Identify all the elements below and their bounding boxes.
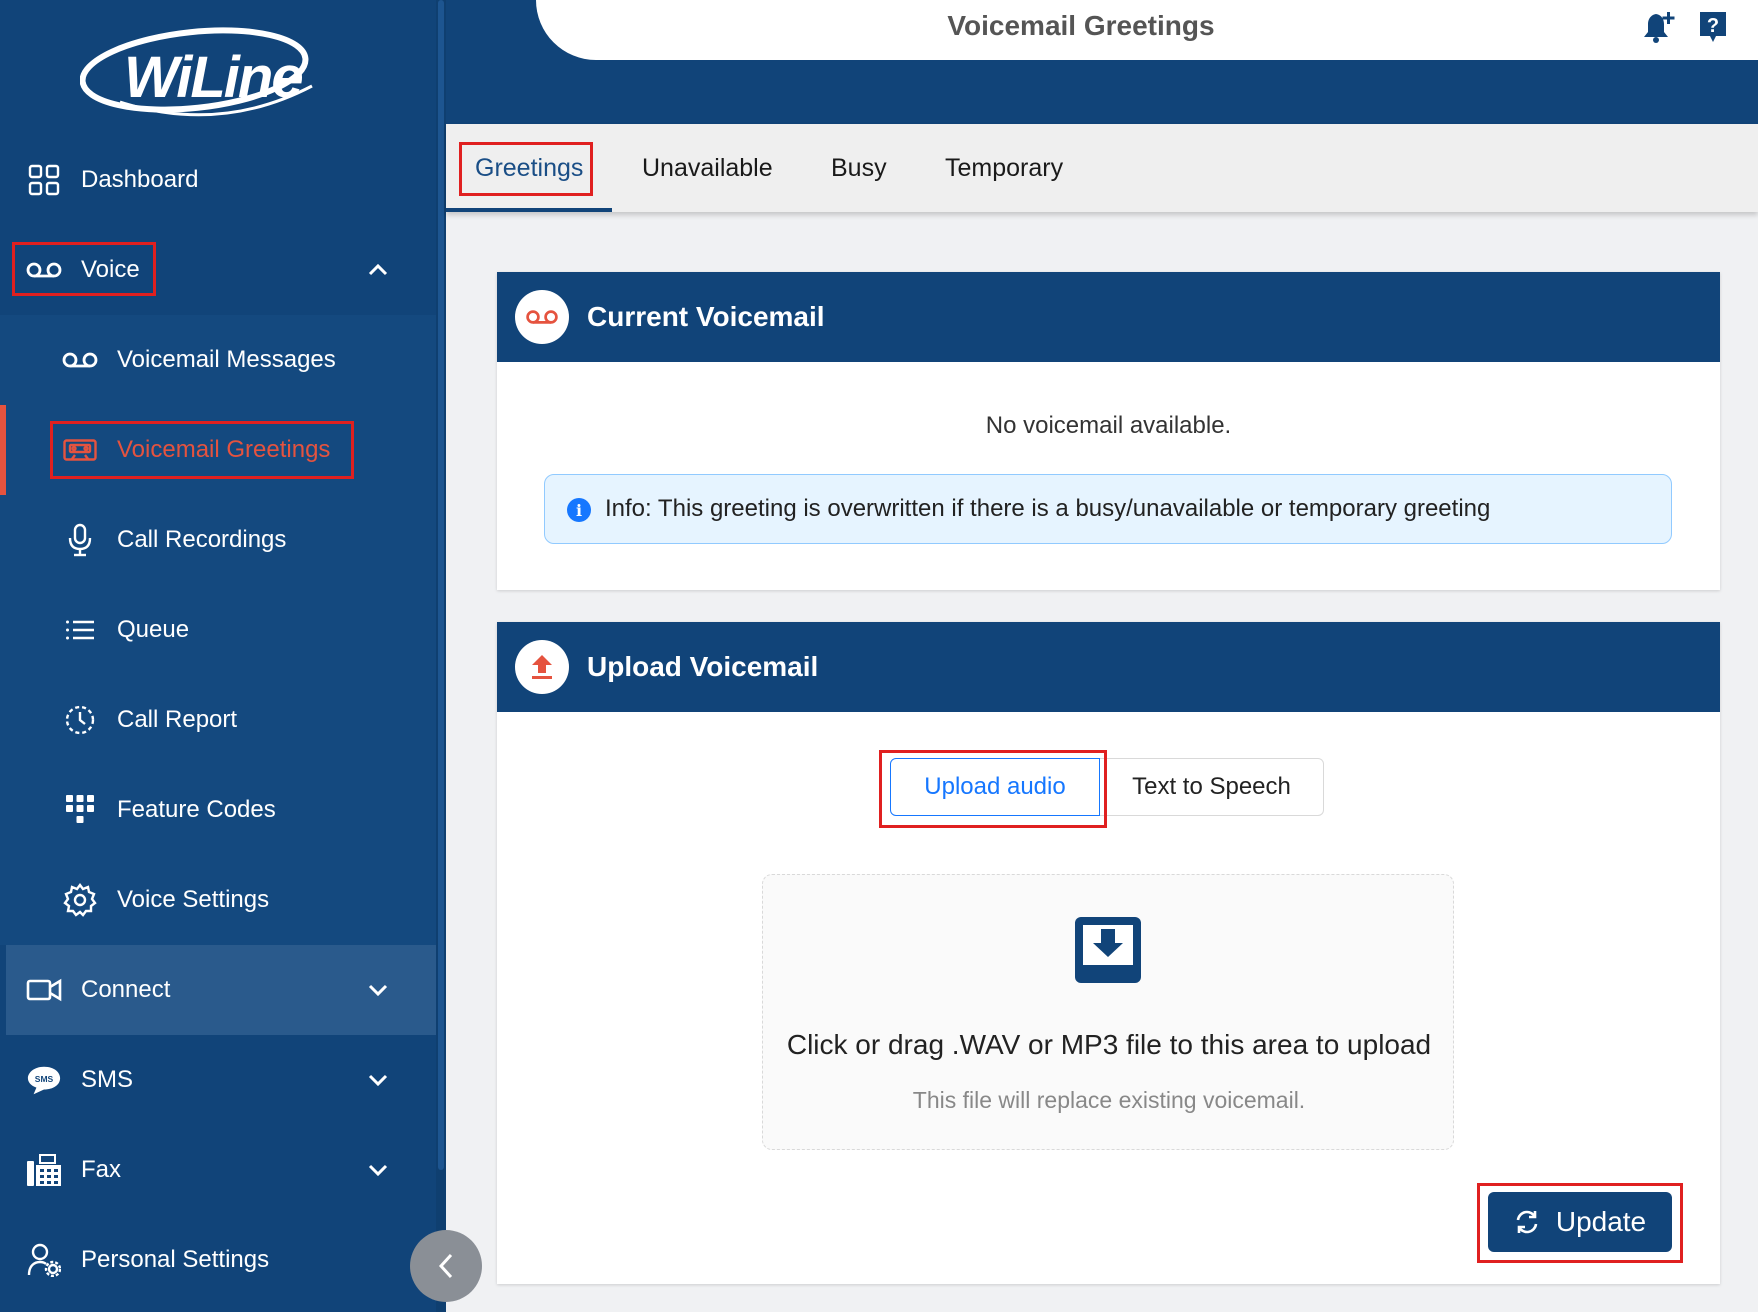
sidebar-item-feature-codes[interactable]: Feature Codes xyxy=(0,765,436,855)
sidebar-item-voice[interactable]: Voice xyxy=(0,225,436,315)
voicemail-icon xyxy=(26,252,62,288)
sidebar-scrollbar-thumb[interactable] xyxy=(438,0,444,1170)
upload-voicemail-card: Upload Voicemail Upload audio Text to Sp… xyxy=(497,622,1720,1284)
chevron-down-icon xyxy=(364,1156,392,1184)
greeting-tabs: Greetings Unavailable Busy Temporary xyxy=(446,124,1758,212)
sidebar-item-dashboard[interactable]: Dashboard xyxy=(0,135,436,225)
sidebar-item-label: Voicemail Messages xyxy=(117,346,336,373)
svg-text:SMS: SMS xyxy=(35,1074,54,1084)
dropzone-title: Click or drag .WAV or MP3 file to this a… xyxy=(786,1029,1432,1060)
tab-unavailable[interactable]: Unavailable xyxy=(642,124,773,212)
gear-icon xyxy=(62,882,98,918)
chevron-up-icon xyxy=(364,256,392,284)
keypad-icon xyxy=(62,792,98,828)
sidebar-item-connect[interactable]: Connect xyxy=(6,945,436,1035)
sidebar-item-label: Queue xyxy=(117,616,190,643)
current-voicemail-card: Current Voicemail No voicemail available… xyxy=(497,272,1720,590)
sidebar-item-label: Call Report xyxy=(117,706,238,733)
history-icon xyxy=(62,702,98,738)
sidebar-item-fax[interactable]: Fax xyxy=(0,1125,436,1215)
card-header: Current Voicemail xyxy=(497,272,1720,362)
chevron-down-icon xyxy=(364,1066,392,1094)
cassette-icon xyxy=(62,432,98,468)
sidebar-item-voicemail-greetings[interactable]: Voicemail Greetings xyxy=(0,405,436,495)
sidebar-item-label: Fax xyxy=(81,1156,122,1183)
voicemail-icon xyxy=(62,342,98,378)
tab-temporary[interactable]: Temporary xyxy=(945,124,1063,212)
header: Voicemail Greetings ? xyxy=(536,0,1758,60)
sidebar-item-call-report[interactable]: Call Report xyxy=(0,675,436,765)
user-gear-icon xyxy=(26,1242,62,1278)
sidebar: WiLine Dashboard Voice Voicemail Message… xyxy=(0,0,446,1312)
dropzone-hint: This file will replace existing voicemai… xyxy=(912,1087,1306,1113)
sidebar-item-voice-settings[interactable]: Voice Settings xyxy=(0,855,436,945)
sidebar-item-voicemail-messages[interactable]: Voicemail Messages xyxy=(0,315,436,405)
page-title: Voicemail Greetings xyxy=(947,10,1215,41)
sidebar-item-label: Voice xyxy=(81,256,140,283)
upload-audio-option[interactable]: Upload audio xyxy=(890,758,1100,816)
update-button[interactable]: Update xyxy=(1488,1192,1672,1252)
card-title: Current Voicemail xyxy=(587,301,825,332)
sidebar-item-label: Personal Settings xyxy=(81,1246,270,1273)
sms-bubble-icon: SMS xyxy=(26,1062,62,1098)
tab-busy[interactable]: Busy xyxy=(831,124,887,212)
inbox-download-icon xyxy=(1073,915,1143,985)
voicemail-icon xyxy=(515,290,569,344)
sidebar-item-label: Voice Settings xyxy=(117,886,270,913)
logo-text: WiLine xyxy=(124,45,304,110)
sidebar-item-call-recordings[interactable]: Call Recordings xyxy=(0,495,436,585)
chevron-down-icon xyxy=(364,976,392,1004)
sidebar-item-label: Feature Codes xyxy=(117,796,276,823)
card-title: Upload Voicemail xyxy=(587,651,819,682)
fax-icon xyxy=(26,1152,62,1188)
refresh-icon xyxy=(1516,1210,1538,1234)
info-alert: i Info: This greeting is overwritten if … xyxy=(544,474,1672,544)
text-to-speech-option[interactable]: Text to Speech xyxy=(1100,758,1324,816)
sidebar-item-queue[interactable]: Queue xyxy=(0,585,436,675)
empty-state-text: No voicemail available. xyxy=(985,412,1232,439)
microphone-icon xyxy=(62,522,98,558)
svg-text:?: ? xyxy=(1707,15,1719,37)
sidebar-item-label: Voicemail Greetings xyxy=(117,436,331,463)
sidebar-item-label: Dashboard xyxy=(81,166,199,193)
sidebar-item-label: Connect xyxy=(81,976,171,1003)
info-icon: i xyxy=(567,498,591,522)
card-header: Upload Voicemail xyxy=(497,622,1720,712)
sidebar-item-personal-settings[interactable]: Personal Settings xyxy=(0,1215,436,1305)
video-icon xyxy=(26,972,62,1008)
file-dropzone[interactable]: Click or drag .WAV or MP3 file to this a… xyxy=(762,874,1454,1150)
tab-greetings[interactable]: Greetings xyxy=(475,124,583,212)
collapse-sidebar-button[interactable] xyxy=(410,1230,482,1302)
info-text: Info: This greeting is overwritten if th… xyxy=(605,495,1491,522)
wiline-logo: WiLine xyxy=(79,16,350,120)
list-icon xyxy=(62,612,98,648)
sidebar-scrollbar[interactable] xyxy=(436,0,446,1312)
tab-active-underline xyxy=(446,208,612,212)
help-icon[interactable]: ? xyxy=(1698,10,1728,44)
sidebar-item-label: Call Recordings xyxy=(117,526,287,553)
chevron-left-icon xyxy=(438,1253,453,1279)
upload-icon xyxy=(515,640,569,694)
bell-plus-icon[interactable] xyxy=(1642,10,1676,44)
sidebar-item-sms[interactable]: SMS SMS xyxy=(0,1035,436,1125)
grid-icon xyxy=(26,162,62,198)
sidebar-item-label: SMS xyxy=(81,1066,134,1093)
update-label: Update xyxy=(1555,1206,1647,1237)
